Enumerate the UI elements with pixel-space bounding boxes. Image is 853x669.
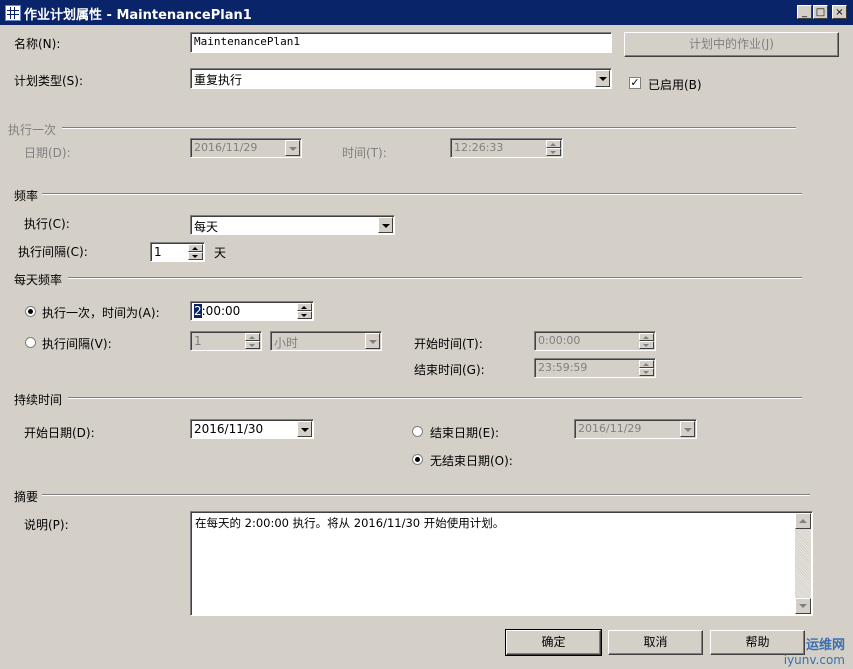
occurs-every-unit: 小时 [274,336,299,350]
recurs-unit-label: 天 [214,246,227,260]
description-textarea[interactable]: 在每天的 2:00:00 执行。将从 2016/11/30 开始使用计划。 [190,511,813,616]
one-time-time-value: 12:26:33 [454,141,504,154]
end-date-label: 结束日期(E): [430,426,499,440]
time-spinner [639,360,654,376]
occurs-every-label: 执行间隔(V): [42,337,112,351]
no-end-date-label: 无结束日期(O): [430,454,513,468]
chevron-down-icon[interactable] [297,421,312,437]
window-icon [5,5,21,21]
occurs-once-label: 执行一次，时间为(A): [42,306,160,320]
occurs-once-radio[interactable] [25,306,36,317]
name-label: 名称(N): [14,37,61,51]
occurs-every-value: 1 [194,334,202,348]
scroll-up-icon[interactable] [795,513,811,529]
occurs-once-time-hour: 2 [194,304,202,318]
minimize-button[interactable]: _ [797,5,812,19]
daily-frequency-header: 每天频率 [14,273,63,287]
start-time-label: 开始时间(T): [414,337,483,351]
start-time-value: 0:00:00 [538,334,581,347]
one-time-date-picker: 2016/11/29 [190,138,302,158]
end-time-value: 23:59:59 [538,361,588,374]
maximize-button[interactable]: □ [813,5,828,19]
no-end-date-radio[interactable] [412,454,423,465]
chevron-down-icon [365,333,380,349]
duration-header: 持续时间 [14,393,63,407]
close-button[interactable]: × [832,5,847,19]
summary-separator [42,494,810,496]
name-input[interactable]: MaintenancePlan1 [190,32,612,53]
watermark-logo: 运维网 iyunv.com [783,638,845,668]
chevron-down-icon[interactable] [595,70,610,87]
schedule-type-select[interactable]: 重复执行 [190,68,612,89]
time-spinner [639,333,654,349]
frequency-header: 频率 [14,189,39,203]
description-text: 在每天的 2:00:00 执行。将从 2016/11/30 开始使用计划。 [195,516,505,530]
occurs-every-unit-select: 小时 [270,331,382,351]
description-label: 说明(P): [24,518,69,532]
start-date-label: 开始日期(D): [24,426,95,440]
interval-spinner [245,333,260,349]
enabled-checkbox[interactable]: ✓ [629,77,641,89]
watermark-line1: 运维网 [805,638,845,653]
scroll-down-icon[interactable] [795,598,811,614]
end-date-picker: 2016/11/29 [574,419,697,439]
ok-button[interactable]: 确定 [505,629,602,656]
frequency-separator [42,193,802,195]
occurs-every-input: 1 [190,331,262,351]
start-date-value: 2016/11/30 [194,422,264,436]
one-time-header: 执行一次 [8,123,57,137]
recurs-spinner[interactable] [188,244,203,260]
schedule-type-value: 重复执行 [194,73,243,87]
recurs-every-value: 1 [154,245,162,259]
occurs-once-time-rest: :00:00 [201,304,241,318]
jobs-in-schedule-button[interactable]: 计划中的作业(J) [624,32,839,57]
end-time-label: 结束时间(G): [414,363,485,377]
start-date-picker[interactable]: 2016/11/30 [190,419,314,439]
watermark-line2: iyunv.com [783,653,845,667]
occurs-label: 执行(C): [24,217,70,231]
chevron-down-icon [285,140,300,156]
occurs-every-radio[interactable] [25,337,36,348]
end-time-input: 23:59:59 [534,358,656,378]
one-time-separator [62,127,796,129]
cancel-button[interactable]: 取消 [608,630,703,655]
occurs-value: 每天 [194,220,219,234]
time-spinner[interactable] [297,303,312,319]
enabled-label: 已启用(B) [648,78,702,92]
daily-frequency-separator [68,277,802,279]
window-title: 作业计划属性 - MaintenancePlan1 [24,8,252,23]
one-time-time-input: 12:26:33 [450,138,563,158]
chevron-down-icon [680,421,695,437]
one-time-time-label: 时间(T): [342,146,387,160]
end-date-value: 2016/11/29 [578,422,642,435]
occurs-once-time-input[interactable]: 2:00:00 [190,301,314,321]
end-date-radio[interactable] [412,426,423,437]
one-time-date-value: 2016/11/29 [194,141,258,154]
description-scrollbar[interactable] [795,513,811,614]
one-time-date-label: 日期(D): [24,146,71,160]
start-time-input: 0:00:00 [534,331,656,351]
title-bar: 作业计划属性 - MaintenancePlan1 _ □ × [0,0,853,25]
recurs-every-label: 执行间隔(C): [18,245,88,259]
schedule-type-label: 计划类型(S): [14,74,84,88]
chevron-down-icon[interactable] [378,217,393,233]
time-spinner [546,140,561,156]
recurs-every-input[interactable]: 1 [150,242,205,262]
summary-header: 摘要 [14,490,39,504]
occurs-select[interactable]: 每天 [190,215,395,235]
duration-separator [68,397,802,399]
